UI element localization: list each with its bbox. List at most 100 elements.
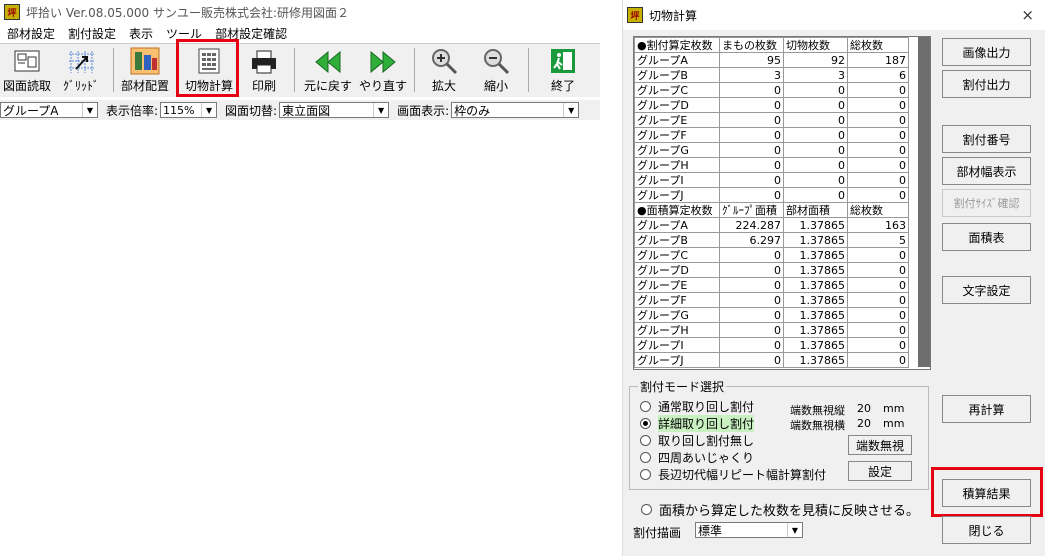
table-cell: 0 xyxy=(847,262,909,278)
table-cell: グループC xyxy=(634,247,720,263)
toolbar-separator xyxy=(113,48,114,92)
mode-radio-1[interactable]: 詳細取り回し割付 xyxy=(640,415,755,432)
hasuu-ignore-button[interactable]: 端数無視 xyxy=(848,435,912,455)
table-header-cell: ●割付算定枚数 xyxy=(634,37,720,53)
chevron-down-icon: ▼ xyxy=(787,523,802,537)
table-cell: 0 xyxy=(719,322,784,338)
ignore-v-row: 端数無視縦 20 mm xyxy=(790,402,905,417)
table-cell: 0 xyxy=(783,112,848,128)
table-row: グループD 0 0 0 xyxy=(634,97,909,113)
table-row: グループB 6.297 1.37865 5 xyxy=(634,232,909,248)
zoom-in-button[interactable]: 拡大 xyxy=(422,46,466,94)
table-cell: 1.37865 xyxy=(783,262,848,278)
table-cell: 0 xyxy=(847,157,909,173)
table-cell: 0 xyxy=(847,292,909,308)
highlight-estimate-result xyxy=(931,467,1043,517)
table-cell: グループD xyxy=(634,97,720,113)
calc-titlebar: 坪 切物計算 × xyxy=(623,0,1045,30)
table-row: グループC 0 1.37865 0 xyxy=(634,247,909,263)
group-select[interactable]: グループA ▼ xyxy=(0,102,98,118)
table-cell: 6.297 xyxy=(719,232,784,248)
zoom-in-icon xyxy=(432,49,458,75)
radio-icon xyxy=(641,504,652,515)
redo-button[interactable]: やり直す xyxy=(358,46,408,94)
table-cell: 0 xyxy=(847,172,909,188)
table-cell: 0 xyxy=(719,82,784,98)
table-row: グループE 0 1.37865 0 xyxy=(634,277,909,293)
waritsuke-number-button[interactable]: 割付番号 xyxy=(942,125,1031,153)
view-switch-select[interactable]: 東立面図 ▼ xyxy=(279,102,390,118)
table-cell: 0 xyxy=(719,187,784,203)
table-cell: 0 xyxy=(783,142,848,158)
table-cell: 0 xyxy=(847,142,909,158)
buzai-width-button[interactable]: 部材幅表示 xyxy=(942,157,1031,185)
table-row: グループA 224.287 1.37865 163 xyxy=(634,217,909,233)
app-icon: 坪 xyxy=(4,4,20,20)
menu-hyoji[interactable]: 表示 xyxy=(129,25,153,42)
menu-waritsuke-settei[interactable]: 割付設定 xyxy=(68,25,116,42)
ignore-h-row: 端数無視横 20 mm xyxy=(790,417,905,432)
insatsu-button[interactable]: 印刷 xyxy=(244,46,284,94)
table-row: グループB 3 3 6 xyxy=(634,67,909,83)
zumen-yomitori-button[interactable]: 図面読取 xyxy=(2,46,52,94)
grid-scrollbar[interactable] xyxy=(918,37,930,367)
result-grid: ●割付算定枚数 まもの枚数 切物枚数 総枚数 グループA 95 92 187 グループB 3 3 6 グ… xyxy=(633,36,931,370)
drawing-read-icon xyxy=(14,50,40,72)
app-icon: 坪 xyxy=(627,7,643,23)
zoom-out-button[interactable]: 縮小 xyxy=(474,46,518,94)
recalc-button[interactable]: 再計算 xyxy=(942,395,1031,423)
table-cell: 0 xyxy=(847,82,909,98)
settei-button[interactable]: 設定 xyxy=(848,461,912,481)
close-button[interactable]: 閉じる xyxy=(942,516,1031,544)
undo-icon xyxy=(315,50,341,74)
chevron-down-icon: ▼ xyxy=(201,103,216,117)
exit-icon xyxy=(551,49,575,73)
table-row: グループG 0 1.37865 0 xyxy=(634,307,909,323)
area-table-button[interactable]: 面積表 xyxy=(942,223,1031,251)
buzai-haichi-button[interactable]: 部材配置 xyxy=(118,46,172,94)
table-cell: 1.37865 xyxy=(783,307,848,323)
table-cell: 5 xyxy=(847,232,909,248)
table-cell: 3 xyxy=(783,67,848,83)
mode-radio-4[interactable]: 長辺切代幅リピート幅計算割付 xyxy=(640,466,826,483)
table-cell: 0 xyxy=(719,247,784,263)
table-cell: 0 xyxy=(783,97,848,113)
mode-radio-2[interactable]: 取り回し割付無し xyxy=(640,432,754,449)
mode-radio-0[interactable]: 通常取り回し割付 xyxy=(640,398,754,415)
scale-select[interactable]: 115% ▼ xyxy=(160,102,218,118)
table-header-row: ●面積算定枚数 ｸﾞﾙｰﾌﾟ面積 部材面積 総枚数 xyxy=(634,202,909,218)
table-header-row: ●割付算定枚数 まもの枚数 切物枚数 総枚数 xyxy=(634,37,909,53)
image-output-button[interactable]: 画像出力 xyxy=(942,38,1031,66)
table-cell: 224.287 xyxy=(719,217,784,233)
text-settings-button[interactable]: 文字設定 xyxy=(942,276,1031,304)
table-cell: 1.37865 xyxy=(783,292,848,308)
table-row: グループH 0 0 0 xyxy=(634,157,909,173)
table-header-cell: 部材面積 xyxy=(783,202,848,218)
table-cell: 0 xyxy=(847,307,909,323)
reflect-radio[interactable]: 面積から算定した枚数を見積に反映させる。 xyxy=(641,500,919,519)
undo-button[interactable]: 元に戻す xyxy=(302,46,354,94)
menu-buzai-settei[interactable]: 部材設定 xyxy=(7,25,55,42)
close-icon[interactable]: × xyxy=(1021,6,1034,24)
table-cell: 0 xyxy=(847,127,909,143)
menubar: 部材設定 割付設定 表示 ツール 部材設定確認 xyxy=(0,24,600,43)
waritsuke-output-button[interactable]: 割付出力 xyxy=(942,70,1031,98)
table-header-cell: 総枚数 xyxy=(847,202,909,218)
exit-button[interactable]: 終了 xyxy=(540,46,586,94)
table-cell: 0 xyxy=(783,172,848,188)
table-cell: グループG xyxy=(634,142,720,158)
toolbar-separator xyxy=(528,48,529,92)
table-cell: グループE xyxy=(634,277,720,293)
main-title: 坪拾い Ver.08.05.000 サンユー販売株式会社:研修用図面２ xyxy=(26,5,350,20)
table-cell: 0 xyxy=(719,292,784,308)
table-cell: 95 xyxy=(719,52,784,68)
main-window: 坪 坪拾い Ver.08.05.000 サンユー販売株式会社:研修用図面２ 部材… xyxy=(0,0,600,556)
table-cell: 0 xyxy=(719,112,784,128)
grid-button[interactable]: ｸﾞﾘｯﾄﾞ xyxy=(56,46,106,94)
table-cell: 0 xyxy=(719,307,784,323)
draw-select[interactable]: 標準 ▼ xyxy=(695,522,803,538)
table-cell: 0 xyxy=(847,112,909,128)
mode-radio-3[interactable]: 四周あいじゃくり xyxy=(640,449,754,466)
scale-label: 表示倍率: xyxy=(106,103,159,118)
screen-display-select[interactable]: 枠のみ ▼ xyxy=(451,102,580,118)
